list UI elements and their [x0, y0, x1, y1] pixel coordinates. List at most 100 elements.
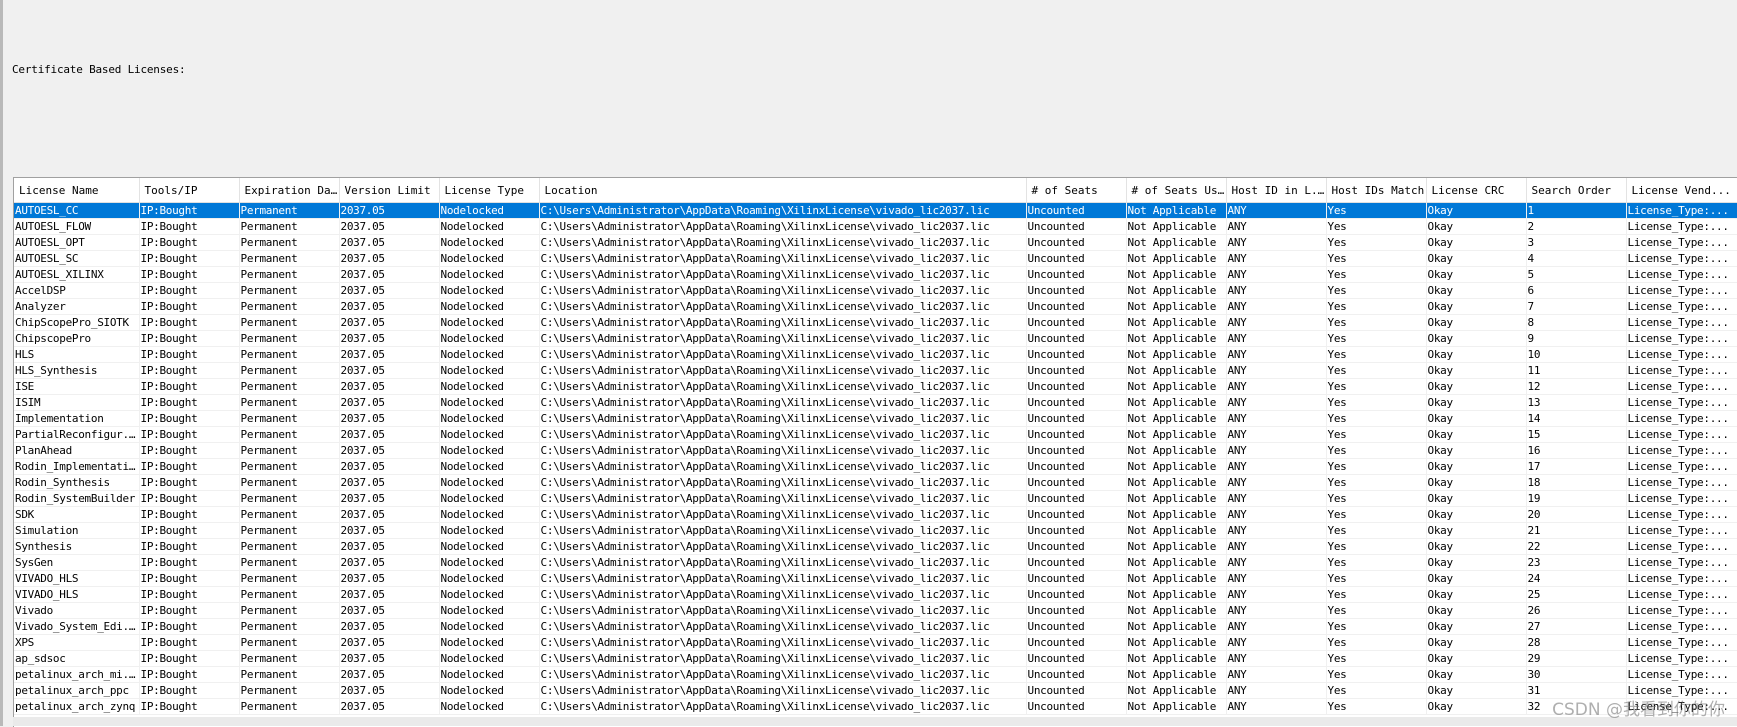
cell-host-ids-match: Yes [1326, 282, 1427, 299]
cell-license-name: ISIM [14, 394, 140, 411]
cell-host-ids-match: Yes [1326, 234, 1427, 251]
table-row[interactable]: ap_sdsoc IP:Bought Permanent 2037.05 Nodeloc… [14, 650, 1737, 667]
cell-search-order: 15 [1526, 426, 1627, 443]
cell-license-type: Nodelocked [439, 330, 540, 347]
cell-license-vendor: License_Type:... [1626, 330, 1737, 347]
cell-location: C:\Users\Administrator\AppData\Roaming\X… [539, 426, 1027, 443]
table-row[interactable]: SDK IP:Bought Permanent 2037.05 Nodelocked C:… [14, 506, 1737, 523]
cell-license-type: Nodelocked [439, 298, 540, 315]
cell-license-vendor: License_Type:... [1626, 266, 1737, 283]
table-row[interactable]: VIVADO_HLS IP:Bought Permanent 2037.05 Nodel… [14, 570, 1737, 587]
license-table[interactable]: License Name Tools/IP Expiration Date Ve… [13, 177, 1737, 727]
table-row[interactable]: Rodin_Implementation IP:Bought Permanent 20… [14, 458, 1737, 475]
cell-license-name: AUTOESL_SC [14, 250, 140, 267]
cell-license-name: Rodin_SystemBuilder [14, 490, 140, 507]
cell-license-type: Nodelocked [439, 266, 540, 283]
cell-license-crc: Okay [1426, 618, 1527, 635]
cell-expiration-date: Permanent [239, 218, 340, 235]
table-row[interactable]: petalinux_arch_mi... IP:Bought Permanent 20… [14, 666, 1737, 683]
cell-host-id: ANY [1226, 218, 1327, 235]
table-row[interactable]: XPS IP:Bought Permanent 2037.05 Nodelocked C:… [14, 634, 1737, 651]
cell-seats-used: Not Applicable [1126, 586, 1227, 603]
cell-tools-ip: IP:Bought [139, 458, 240, 475]
table-row[interactable]: ChipScopePro_SIOTK IP:Bought Permanent 2037… [14, 314, 1737, 331]
table-row[interactable]: PartialReconfigur... IP:Bought Permanent 20… [14, 426, 1737, 443]
table-row[interactable]: AUTOESL_OPT IP:Bought Permanent 2037.05 Node… [14, 234, 1737, 251]
horizontal-scrollbar[interactable] [13, 717, 1737, 726]
column-header-license-crc[interactable]: License CRC [1426, 178, 1527, 203]
column-header-tools-ip[interactable]: Tools/IP [139, 178, 240, 203]
cell-search-order: 24 [1526, 570, 1627, 587]
table-row[interactable]: AccelDSP IP:Bought Permanent 2037.05 Nodeloc… [14, 282, 1737, 299]
cell-version-limit: 2037.05 [339, 266, 440, 283]
column-header-seats-used[interactable]: # of Seats Used [1126, 178, 1227, 203]
cell-tools-ip: IP:Bought [139, 474, 240, 491]
cell-license-type: Nodelocked [439, 218, 540, 235]
table-row[interactable]: HLS_Synthesis IP:Bought Permanent 2037.05 No… [14, 362, 1737, 379]
cell-tools-ip: IP:Bought [139, 618, 240, 635]
column-header-expiration-date[interactable]: Expiration Date [239, 178, 340, 203]
table-row[interactable]: Synthesis IP:Bought Permanent 2037.05 Nodelo… [14, 538, 1737, 555]
cell-seats: Uncounted [1026, 474, 1127, 491]
table-row[interactable]: ISE IP:Bought Permanent 2037.05 Nodelocked C:… [14, 378, 1737, 395]
cell-license-name: ChipScopePro_SIOTK [14, 314, 140, 331]
cell-license-name: XPS [14, 634, 140, 651]
cell-location: C:\Users\Administrator\AppData\Roaming\X… [539, 442, 1027, 459]
table-row[interactable]: ChipscopePro IP:Bought Permanent 2037.05 Nod… [14, 330, 1737, 347]
cell-seats: Uncounted [1026, 522, 1127, 539]
table-body: AUTOESL_CC IP:Bought Permanent 2037.05 Nodel… [14, 202, 1737, 715]
column-header-host-ids-match[interactable]: Host IDs Match [1326, 178, 1427, 203]
cell-license-vendor: License_Type:... [1626, 378, 1737, 395]
column-header-seats[interactable]: # of Seats [1026, 178, 1127, 203]
cell-host-ids-match: Yes [1326, 266, 1427, 283]
cell-license-name: AUTOESL_OPT [14, 234, 140, 251]
table-row[interactable]: SysGen IP:Bought Permanent 2037.05 Nodelocke… [14, 554, 1737, 571]
cell-license-vendor: License_Type:... [1626, 618, 1737, 635]
table-row[interactable]: AUTOESL_SC IP:Bought Permanent 2037.05 Nodel… [14, 250, 1737, 267]
cell-host-ids-match: Yes [1326, 618, 1427, 635]
table-row[interactable]: Analyzer IP:Bought Permanent 2037.05 Nodeloc… [14, 298, 1737, 315]
table-row[interactable]: Rodin_Synthesis IP:Bought Permanent 2037.05… [14, 474, 1737, 491]
cell-seats: Uncounted [1026, 458, 1127, 475]
cell-seats: Uncounted [1026, 202, 1127, 219]
column-header-license-name[interactable]: License Name [14, 178, 140, 203]
cell-version-limit: 2037.05 [339, 234, 440, 251]
table-row[interactable]: Rodin_SystemBuilder IP:Bought Permanent 203… [14, 490, 1737, 507]
cell-license-name: Rodin_Synthesis [14, 474, 140, 491]
cell-search-order: 17 [1526, 458, 1627, 475]
cell-host-id: ANY [1226, 202, 1327, 219]
table-row[interactable]: petalinux_arch_zynq IP:Bought Permanent 203… [14, 698, 1737, 715]
cell-license-vendor: License_Type:... [1626, 458, 1737, 475]
table-row[interactable]: AUTOESL_CC IP:Bought Permanent 2037.05 Nodel… [14, 202, 1737, 219]
column-header-location[interactable]: Location [539, 178, 1027, 203]
table-row[interactable]: Vivado IP:Bought Permanent 2037.05 Nodelocke… [14, 602, 1737, 619]
table-row[interactable]: HLS IP:Bought Permanent 2037.05 Nodelocked C:… [14, 346, 1737, 363]
cell-license-name: AccelDSP [14, 282, 140, 299]
column-header-license-vendor[interactable]: License Vend... [1626, 178, 1737, 203]
table-row[interactable]: Vivado_System_Edi... IP:Bought Permanent 20… [14, 618, 1737, 635]
cell-search-order: 27 [1526, 618, 1627, 635]
column-header-host-id[interactable]: Host ID in L... [1226, 178, 1327, 203]
table-row[interactable]: AUTOESL_FLOW IP:Bought Permanent 2037.05 Nod… [14, 218, 1737, 235]
cell-version-limit: 2037.05 [339, 522, 440, 539]
cell-seats: Uncounted [1026, 682, 1127, 699]
cell-license-vendor: License_Type:... [1626, 506, 1737, 523]
table-row[interactable]: PlanAhead IP:Bought Permanent 2037.05 Nodelo… [14, 442, 1737, 459]
table-row[interactable]: Simulation IP:Bought Permanent 2037.05 Nodel… [14, 522, 1737, 539]
table-row[interactable]: Implementation IP:Bought Permanent 2037.05 N… [14, 410, 1737, 427]
table-row[interactable]: ISIM IP:Bought Permanent 2037.05 Nodelocked C… [14, 394, 1737, 411]
table-row[interactable]: AUTOESL_XILINX IP:Bought Permanent 2037.05 N… [14, 266, 1737, 283]
cell-expiration-date: Permanent [239, 458, 340, 475]
column-header-version-limit[interactable]: Version Limit [339, 178, 440, 203]
cell-seats: Uncounted [1026, 698, 1127, 715]
table-row[interactable]: petalinux_arch_ppc IP:Bought Permanent 2037… [14, 682, 1737, 699]
window-left-border [0, 0, 3, 726]
cell-license-crc: Okay [1426, 218, 1527, 235]
cell-license-crc: Okay [1426, 410, 1527, 427]
cell-license-crc: Okay [1426, 650, 1527, 667]
cell-location: C:\Users\Administrator\AppData\Roaming\X… [539, 202, 1027, 219]
column-header-search-order[interactable]: Search Order [1526, 178, 1627, 203]
column-header-license-type[interactable]: License Type [439, 178, 540, 203]
cell-host-ids-match: Yes [1326, 634, 1427, 651]
table-row[interactable]: VIVADO_HLS IP:Bought Permanent 2037.05 Nodel… [14, 586, 1737, 603]
